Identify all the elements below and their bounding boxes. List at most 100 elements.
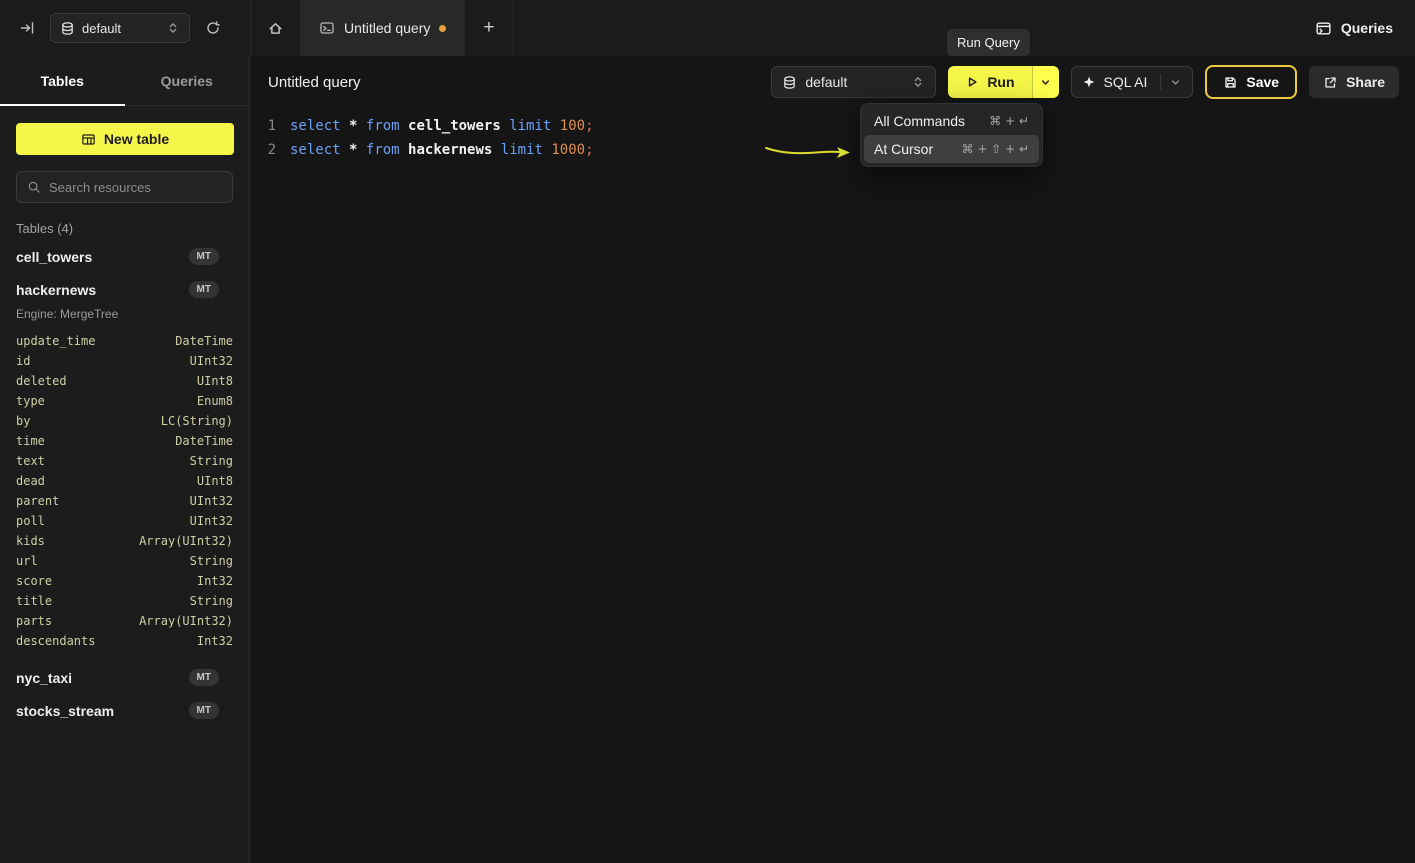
code-token [341,142,349,158]
sidebar-tab-tables[interactable]: Tables [0,56,125,105]
new-tab-button[interactable]: + [464,0,513,56]
tab-untitled-query[interactable]: Untitled query [300,0,464,56]
table-row[interactable]: nyc_taxi MT [0,661,249,694]
chevron-updown-icon [166,21,180,35]
run-menu-item[interactable]: All Commands⌘ + ↵ [864,107,1039,135]
code-line[interactable]: 2select * from hackernews limit 1000; [250,138,1415,162]
column-type: Enum8 [197,394,233,408]
app-window: default [0,0,1415,863]
sidebar: Tables Queries New table Tables (4) cell… [0,56,250,863]
column-type: Array(UInt32) [139,614,233,628]
column-name: score [16,574,52,588]
queries-button-label: Queries [1341,20,1393,36]
column-name: update_time [16,334,95,348]
sql-ai-button[interactable]: SQL AI [1071,66,1194,98]
run-button-label: Run [987,74,1014,90]
tabstrip: Untitled query + [250,0,514,56]
new-table-button[interactable]: New table [16,123,234,155]
column-row: text String [16,451,233,471]
code-line[interactable]: 1select * from cell_towers limit 100; [250,114,1415,138]
code-token [400,118,408,134]
share-button[interactable]: Share [1309,66,1399,98]
divider [1160,74,1161,90]
run-options-button[interactable] [1032,66,1059,98]
sql-editor[interactable]: 1select * from cell_towers limit 100;2se… [250,108,1415,162]
column-row: descendantsInt32 [16,631,233,651]
query-header: Untitled query default [250,56,1415,108]
code-text: select * from hackernews limit 1000; [290,142,594,158]
column-row: typeEnum8 [16,391,233,411]
column-name: dead [16,474,45,488]
search-box[interactable] [16,171,233,203]
tab-label: Untitled query [344,20,430,36]
sidebar-tabs: Tables Queries [0,56,249,106]
queries-button[interactable]: Queries [1315,20,1393,37]
table-name: stocks_stream [16,703,114,719]
code-token [400,142,408,158]
play-icon [965,75,979,89]
search-input[interactable] [49,180,222,195]
column-name: by [16,414,30,428]
column-name: poll [16,514,45,528]
tables-section-label: Tables (4) [16,221,233,236]
column-row: kids Array(UInt32) [16,531,233,551]
run-menu-item[interactable]: At Cursor⌘ + ⇧ + ↵ [864,135,1039,163]
engine-badge: MT [189,669,219,686]
menu-item-label: At Cursor [874,141,933,157]
column-name: text [16,454,45,468]
column-type: UInt32 [190,514,233,528]
column-type: Array(UInt32) [139,534,233,548]
column-type: UInt8 [197,474,233,488]
column-name: title [16,594,52,608]
run-button[interactable]: Run [948,66,1031,98]
collapse-sidebar-button[interactable] [14,15,40,41]
column-name: kids [16,534,45,548]
menu-item-shortcut: ⌘ + ↵ [989,114,1029,128]
topbar-database-selector[interactable]: default [50,13,190,43]
database-selector-value: default [805,74,847,90]
database-icon [782,75,797,90]
column-name: url [16,554,38,568]
column-type: UInt32 [190,354,233,368]
table-name: nyc_taxi [16,670,72,686]
column-row: dead UInt8 [16,471,233,491]
column-type: LC(String) [161,414,233,428]
column-type: String [190,454,233,468]
column-type: String [190,594,233,608]
column-name: deleted [16,374,67,388]
home-tab[interactable] [250,0,300,56]
table-row[interactable]: stocks_streamMT [0,694,249,727]
code-token: limit [509,118,551,134]
database-selector[interactable]: default [771,66,936,98]
column-name: parts [16,614,52,628]
share-button-label: Share [1346,74,1385,90]
save-icon [1223,75,1238,90]
topbar: default [0,0,1415,56]
engine-badge: MT [189,248,219,265]
code-token: hackernews [408,142,492,158]
sparkle-icon [1082,75,1096,89]
code-token: ; [585,142,593,158]
collapse-sidebar-icon [19,20,35,36]
table-row[interactable]: hackernewsMT [0,273,249,306]
sidebar-tab-queries[interactable]: Queries [125,56,250,105]
table-row[interactable]: cell_towersMT [0,240,249,273]
refresh-button[interactable] [200,15,226,41]
column-name: id [16,354,30,368]
new-table-label: New table [104,131,169,147]
run-query-tooltip: Run Query [947,29,1030,56]
column-row: urlString [16,551,233,571]
line-number: 1 [250,118,276,134]
column-name: descendants [16,634,95,648]
save-button[interactable]: Save [1205,65,1297,99]
refresh-icon [205,20,221,36]
column-row: parentUInt32 [16,491,233,511]
topbar-database-value: default [82,21,121,36]
column-type: DateTime [175,434,233,448]
code-token: from [366,142,400,158]
code-token: 100 [560,118,585,134]
code-token [357,118,365,134]
external-link-icon [1323,75,1338,90]
code-token [551,118,559,134]
column-row: deletedUInt8 [16,371,233,391]
